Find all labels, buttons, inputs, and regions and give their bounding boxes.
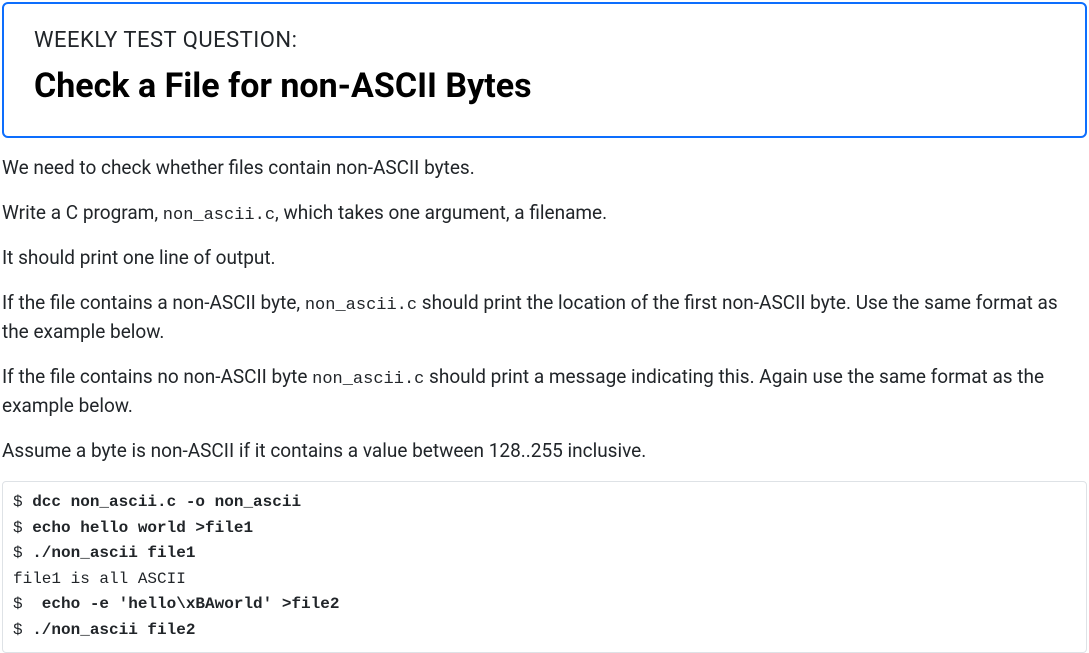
inline-code: non_ascii.c [163, 206, 275, 225]
text: , which takes one argument, a filename. [275, 201, 607, 224]
terminal-command-line: $ ./non_ascii file1 [13, 541, 1076, 567]
question-title: Check a File for non-ASCII Bytes [34, 61, 1055, 112]
question-header-box: WEEKLY TEST QUESTION: Check a File for n… [2, 2, 1087, 138]
terminal-prompt: $ [13, 621, 32, 639]
paragraph: We need to check whether files contain n… [2, 154, 1087, 183]
terminal-output: file1 is all ASCII [13, 570, 186, 588]
terminal-block: $ dcc non_ascii.c -o non_ascii$ echo hel… [2, 481, 1087, 653]
inline-code: non_ascii.c [312, 370, 424, 389]
terminal-command: echo -e 'hello\xBAworld' >file2 [32, 595, 339, 613]
terminal-prompt: $ [13, 519, 32, 537]
terminal-command-line: $ echo -e 'hello\xBAworld' >file2 [13, 592, 1076, 618]
terminal-command: ./non_ascii file2 [32, 621, 195, 639]
text: If the file contains no non-ASCII byte [2, 365, 312, 388]
question-body: We need to check whether files contain n… [0, 154, 1089, 465]
inline-code: non_ascii.c [305, 296, 417, 315]
paragraph: If the file contains a non-ASCII byte, n… [2, 289, 1087, 347]
text: If the file contains a non-ASCII byte, [2, 291, 305, 314]
terminal-command: ./non_ascii file1 [32, 544, 195, 562]
terminal-command: dcc non_ascii.c -o non_ascii [32, 493, 301, 511]
terminal-prompt: $ [13, 595, 32, 613]
terminal-output-line: file1 is all ASCII [13, 567, 1076, 593]
terminal-prompt: $ [13, 493, 32, 511]
terminal-command: echo hello world >file1 [32, 519, 253, 537]
paragraph: Write a C program, non_ascii.c, which ta… [2, 199, 1087, 229]
question-label: WEEKLY TEST QUESTION: [34, 24, 1055, 57]
paragraph: If the file contains no non-ASCII byte n… [2, 363, 1087, 421]
text: Write a C program, [2, 201, 163, 224]
paragraph: It should print one line of output. [2, 244, 1087, 273]
paragraph: Assume a byte is non-ASCII if it contain… [2, 437, 1087, 466]
terminal-command-line: $ ./non_ascii file2 [13, 618, 1076, 644]
terminal-prompt: $ [13, 544, 32, 562]
terminal-command-line: $ echo hello world >file1 [13, 516, 1076, 542]
terminal-command-line: $ dcc non_ascii.c -o non_ascii [13, 490, 1076, 516]
